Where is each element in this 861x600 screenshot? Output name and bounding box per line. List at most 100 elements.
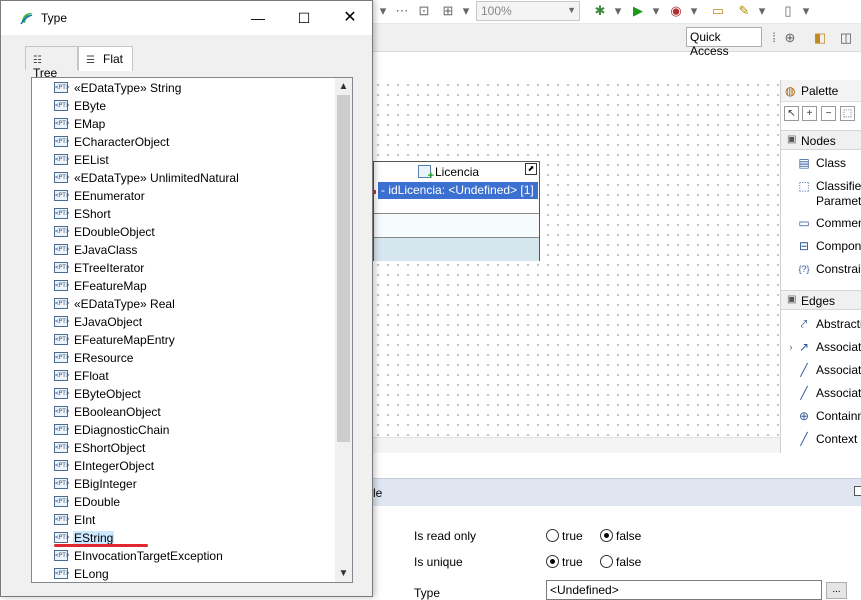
nested-compartment[interactable] (374, 237, 539, 261)
palette-header: ◍ Palette (781, 80, 861, 102)
maximize-view-icon[interactable] (854, 486, 861, 496)
close-icon[interactable]: ✕ (327, 1, 373, 35)
list-item[interactable]: <PT> EDoubleObject (32, 223, 335, 241)
canvas-horizontal-scrollbar[interactable] (373, 437, 781, 453)
list-item[interactable]: <PT> EInvocationTargetException (32, 547, 335, 565)
list-item[interactable]: <PT> EBigInteger (32, 475, 335, 493)
open-perspective-icon[interactable]: ⊕ (782, 30, 798, 46)
palette-item-context[interactable]: ╱ Context (781, 428, 861, 450)
palette-item-abstraction[interactable]: ⤤ Abstraction (781, 313, 861, 335)
list-item[interactable]: <PT> EFloat (32, 367, 335, 385)
maximize-icon[interactable]: ☐ (281, 1, 327, 35)
run-config-icon[interactable]: ◉ (668, 3, 684, 19)
list-item[interactable]: <PT> EByte (32, 97, 335, 115)
list-item[interactable]: <PT> EByteObject (32, 385, 335, 403)
open-folder-icon[interactable]: ▭ (710, 3, 726, 19)
pin-dropdown-icon[interactable]: ▾ (754, 3, 770, 19)
run-icon[interactable]: ▶ (630, 3, 646, 19)
settings-icon[interactable]: ▯ (780, 3, 796, 19)
list-item[interactable]: <PT> ETreeIterator (32, 259, 335, 277)
list-item[interactable]: <PT> EEnumerator (32, 187, 335, 205)
primitive-type-icon: <PT> (54, 442, 70, 453)
list-item[interactable]: <PT> EInt (32, 511, 335, 529)
list-item[interactable]: <PT> EShort (32, 205, 335, 223)
view-tab-fragment[interactable]: le (373, 486, 382, 500)
tab-tree[interactable]: ☷Tree (25, 46, 78, 80)
palette-item-association-2[interactable]: ╱ Association (781, 359, 861, 381)
debug-icon[interactable]: ✱ (592, 3, 608, 19)
palette-item-association-3[interactable]: ╱ Association (781, 382, 861, 404)
read-only-false-radio[interactable] (600, 529, 613, 542)
zoom-fit-icon[interactable]: ⊞ (440, 3, 456, 19)
list-item[interactable]: <PT> EBooleanObject (32, 403, 335, 421)
primitive-type-icon: <PT> (54, 298, 70, 309)
list-item[interactable]: <PT> EJavaClass (32, 241, 335, 259)
palette-item-containment[interactable]: ⊕ Containment (781, 405, 861, 427)
palette-item-class[interactable]: ▤ Class (781, 152, 861, 174)
run-config-dropdown-icon[interactable]: ▾ (686, 3, 702, 19)
list-item[interactable]: <PT> EJavaObject (32, 313, 335, 331)
quick-access-field[interactable]: Quick Access (686, 27, 762, 58)
debug-dropdown-icon[interactable]: ▾ (610, 3, 626, 19)
list-item[interactable]: <PT> EFeatureMapEntry (32, 331, 335, 349)
list-item[interactable]: <PT> EShortObject (32, 439, 335, 457)
list-item[interactable]: <PT> EIntegerObject (32, 457, 335, 475)
list-item[interactable]: <PT> «EDataType» Real (32, 295, 335, 313)
palette-item-component[interactable]: ⊟ Component (781, 235, 861, 257)
list-item[interactable]: <PT> «EDataType» String (32, 79, 335, 97)
list-item[interactable]: <PT> ECharacterObject (32, 133, 335, 151)
type-browse-button[interactable]: ... (826, 582, 847, 599)
git-perspective-icon[interactable]: ◫ (838, 30, 854, 46)
toolbar-chevron-icon[interactable]: ▾ (375, 3, 391, 19)
select-tool-icon[interactable]: ↖ (784, 106, 799, 121)
tab-flat[interactable]: ☰ Flat (78, 46, 133, 71)
type-list[interactable]: <PT> «EDataType» String <PT> EByte <PT> EMap <… (31, 77, 353, 583)
minimize-icon[interactable]: — (235, 1, 281, 35)
association-line-icon: ╱ (800, 363, 808, 377)
unique-true-radio[interactable] (546, 555, 559, 568)
palette-item-label: Classifier Parameter (816, 179, 861, 208)
attribute-row[interactable]: - idLicencia: <Undefined> [1] (378, 182, 538, 199)
zoom-in-icon[interactable]: + (802, 106, 817, 121)
list-item[interactable]: <PT> EMap (32, 115, 335, 133)
diagram-canvas[interactable] (373, 80, 781, 453)
settings-dropdown-icon[interactable]: ▾ (798, 3, 814, 19)
list-item[interactable]: <PT> EEList (32, 151, 335, 169)
pin-icon[interactable]: ✎ (736, 3, 752, 19)
class-node[interactable]: Licencia ⬈ - idLicencia: <Undefined> [1] (372, 161, 540, 261)
palette-item-association[interactable]: › ↗ Association (781, 336, 861, 358)
move-icon[interactable]: ⋯ (394, 3, 410, 19)
list-item[interactable]: <PT> «EDataType» UnlimitedNatural (32, 169, 335, 187)
list-item[interactable]: <PT> EResource (32, 349, 335, 367)
java-perspective-icon[interactable]: ◧ (812, 30, 828, 46)
zoom-fit-dropdown-icon[interactable]: ▾ (458, 3, 474, 19)
unique-false-radio[interactable] (600, 555, 613, 568)
false-label: false (616, 529, 642, 543)
align-icon[interactable]: ⊡ (416, 3, 432, 19)
palette-item-classifier-parameter[interactable]: ⬚ Classifier Parameter (781, 175, 861, 209)
list-vertical-scrollbar[interactable]: ▲ ▼ (335, 78, 352, 582)
palette-drawer-edges[interactable]: ▣ Edges (781, 290, 861, 310)
scroll-thumb[interactable] (337, 95, 350, 442)
scroll-down-icon[interactable]: ▼ (335, 565, 352, 582)
run-dropdown-icon[interactable]: ▾ (648, 3, 664, 19)
zoom-combo[interactable]: 100% ▼ (476, 1, 580, 21)
list-item[interactable]: <PT> EDiagnosticChain (32, 421, 335, 439)
read-only-true-radio[interactable] (546, 529, 559, 542)
primitive-type-icon: <PT> (54, 208, 70, 219)
list-item[interactable]: <PT> EDouble (32, 493, 335, 511)
type-field[interactable]: <Undefined> (546, 580, 822, 600)
collapse-icon[interactable]: ⬈ (525, 163, 537, 175)
scroll-up-icon[interactable]: ▲ (335, 78, 352, 95)
list-item-label: EJavaObject (74, 315, 143, 329)
list-item[interactable]: <PT> EFeatureMap (32, 277, 335, 295)
zoom-out-icon[interactable]: − (821, 106, 836, 121)
primitive-type-icon: <PT> (54, 532, 70, 543)
palette-item-comment[interactable]: ▭ Comment (781, 212, 861, 234)
class-name[interactable]: Licencia (435, 165, 479, 179)
list-item[interactable]: <PT> ELong (32, 565, 335, 582)
palette-drawer-nodes[interactable]: ▣ Nodes (781, 130, 861, 150)
operations-compartment[interactable] (374, 213, 539, 237)
marquee-icon[interactable]: ⬚ (840, 106, 855, 121)
palette-item-constraint[interactable]: {?} Constraint (781, 258, 861, 280)
